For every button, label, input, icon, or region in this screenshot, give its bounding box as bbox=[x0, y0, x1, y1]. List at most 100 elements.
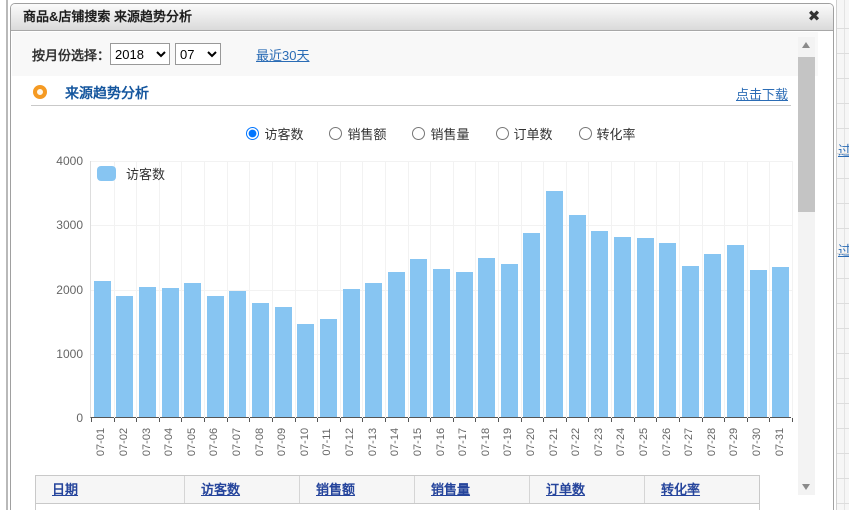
bar-07-28[interactable] bbox=[704, 254, 721, 417]
bar-07-04[interactable] bbox=[162, 288, 179, 417]
radio-icon[interactable] bbox=[246, 127, 259, 140]
axis-tick bbox=[792, 418, 793, 422]
table-header-2: 访客数 bbox=[184, 476, 299, 503]
bar-07-18[interactable] bbox=[478, 258, 495, 417]
table-header-link[interactable]: 转化率 bbox=[661, 482, 700, 497]
bar-07-21[interactable] bbox=[546, 191, 563, 417]
metrics-table-row bbox=[35, 504, 760, 510]
bar-07-19[interactable] bbox=[501, 264, 518, 417]
year-select[interactable]: 2018 bbox=[110, 43, 170, 65]
table-header-link[interactable]: 销售量 bbox=[431, 482, 470, 497]
chart-legend[interactable]: 访客数 bbox=[97, 164, 165, 183]
x-axis-label: 07-29 bbox=[728, 422, 740, 462]
metric-radio-2[interactable]: 销售额 bbox=[329, 124, 386, 143]
bar-07-05[interactable] bbox=[184, 283, 201, 417]
background-row-line bbox=[837, 278, 849, 279]
month-filter-label: 按月份选择： bbox=[32, 45, 110, 64]
x-axis-label: 07-02 bbox=[118, 422, 130, 462]
metric-radio-label: 订单数 bbox=[514, 124, 553, 143]
background-row-line bbox=[837, 428, 849, 429]
page: 过 过 商品&店铺搜索 来源趋势分析 ✖ 按月份选择： 2018 07 最近30… bbox=[0, 0, 849, 510]
orange-ring-icon bbox=[33, 85, 47, 99]
bar-07-14[interactable] bbox=[388, 272, 405, 417]
scroll-up-button[interactable] bbox=[798, 37, 815, 53]
x-axis-label: 07-19 bbox=[502, 422, 514, 462]
x-axis-label: 07-11 bbox=[321, 422, 333, 462]
metric-radio-4[interactable]: 订单数 bbox=[496, 124, 553, 143]
table-header-link[interactable]: 订单数 bbox=[546, 482, 585, 497]
dialog-titlebar: 商品&店铺搜索 来源趋势分析 ✖ bbox=[11, 4, 833, 31]
background-partial-link[interactable]: 过 bbox=[838, 140, 849, 159]
table-header-1: 日期 bbox=[36, 476, 184, 503]
x-axis-label: 07-03 bbox=[141, 422, 153, 462]
bar-07-10[interactable] bbox=[297, 324, 314, 417]
axis-tick bbox=[272, 418, 273, 422]
section-title: 来源趋势分析 bbox=[65, 83, 149, 103]
axis-tick bbox=[543, 418, 544, 422]
scrollbar-thumb[interactable] bbox=[798, 57, 815, 212]
download-link[interactable]: 点击下载 bbox=[736, 84, 788, 103]
bar-07-26[interactable] bbox=[659, 243, 676, 417]
axis-tick bbox=[249, 418, 250, 422]
axis-tick bbox=[588, 418, 589, 422]
y-axis-label: 4000 bbox=[11, 154, 83, 168]
bar-07-07[interactable] bbox=[229, 291, 246, 417]
recent-30-days-link[interactable]: 最近30天 bbox=[256, 45, 309, 64]
scroll-down-button[interactable] bbox=[798, 479, 815, 495]
radio-icon[interactable] bbox=[412, 127, 425, 140]
bar-07-23[interactable] bbox=[591, 231, 608, 417]
bar-07-22[interactable] bbox=[569, 215, 586, 417]
bar-07-01[interactable] bbox=[94, 281, 111, 417]
bar-07-11[interactable] bbox=[320, 319, 337, 417]
close-icon[interactable]: ✖ bbox=[804, 7, 824, 27]
dialog-scrollbar[interactable] bbox=[798, 37, 815, 495]
radio-icon[interactable] bbox=[579, 127, 592, 140]
table-header-link[interactable]: 销售额 bbox=[316, 482, 355, 497]
x-axis-label: 07-21 bbox=[548, 422, 560, 462]
bar-07-09[interactable] bbox=[275, 307, 292, 417]
axis-tick bbox=[724, 418, 725, 422]
horizontal-gridline bbox=[91, 225, 792, 226]
bar-07-17[interactable] bbox=[456, 272, 473, 417]
metric-radio-3[interactable]: 销售量 bbox=[412, 124, 469, 143]
table-header-link[interactable]: 日期 bbox=[52, 482, 78, 497]
bar-07-16[interactable] bbox=[433, 269, 450, 417]
bar-07-15[interactable] bbox=[410, 259, 427, 417]
radio-icon[interactable] bbox=[496, 127, 509, 140]
background-row-line bbox=[837, 478, 849, 479]
bar-07-20[interactable] bbox=[523, 233, 540, 417]
axis-tick bbox=[566, 418, 567, 422]
bar-07-31[interactable] bbox=[772, 267, 789, 417]
background-row-line bbox=[837, 203, 849, 204]
axis-tick bbox=[362, 418, 363, 422]
metric-radio-1[interactable]: 访客数 bbox=[246, 124, 303, 143]
table-header-link[interactable]: 访客数 bbox=[201, 482, 240, 497]
bar-07-12[interactable] bbox=[343, 289, 360, 417]
bar-07-03[interactable] bbox=[139, 287, 156, 417]
bar-07-30[interactable] bbox=[750, 270, 767, 417]
x-axis-label: 07-04 bbox=[163, 422, 175, 462]
metric-radio-label: 转化率 bbox=[597, 124, 636, 143]
radio-icon[interactable] bbox=[329, 127, 342, 140]
background-partial-link[interactable]: 过 bbox=[838, 240, 849, 259]
bar-07-02[interactable] bbox=[116, 296, 133, 417]
background-row-line bbox=[837, 28, 849, 29]
metric-radio-label: 销售额 bbox=[347, 124, 386, 143]
table-header-5: 订单数 bbox=[529, 476, 644, 503]
bar-07-24[interactable] bbox=[614, 237, 631, 417]
metric-radio-5[interactable]: 转化率 bbox=[579, 124, 636, 143]
x-axis-label: 07-26 bbox=[661, 422, 673, 462]
bar-07-25[interactable] bbox=[637, 238, 654, 417]
background-row-line bbox=[837, 228, 849, 229]
vertical-gridline bbox=[792, 161, 793, 418]
dialog-title: 商品&店铺搜索 来源趋势分析 bbox=[23, 9, 192, 24]
bar-07-13[interactable] bbox=[365, 283, 382, 417]
bar-07-27[interactable] bbox=[682, 266, 699, 417]
bar-07-29[interactable] bbox=[727, 245, 744, 417]
trend-analysis-dialog: 商品&店铺搜索 来源趋势分析 ✖ 按月份选择： 2018 07 最近30天 来源… bbox=[10, 3, 834, 510]
bar-07-06[interactable] bbox=[207, 296, 224, 417]
background-row-line bbox=[837, 153, 849, 154]
axis-tick bbox=[747, 418, 748, 422]
bar-07-08[interactable] bbox=[252, 303, 269, 417]
month-select[interactable]: 07 bbox=[175, 43, 221, 65]
